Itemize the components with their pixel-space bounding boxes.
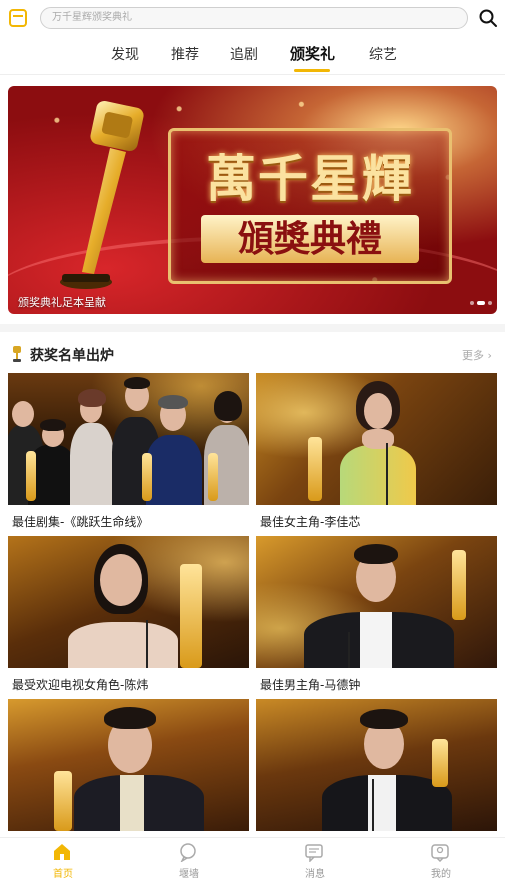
top-bar: 万千星辉颁奖典礼	[0, 0, 505, 36]
search-icon[interactable]	[478, 8, 498, 28]
nav-profile[interactable]: 我的	[378, 838, 504, 882]
banner-subtitle: 頒獎典禮	[201, 215, 419, 263]
message-icon	[305, 844, 323, 862]
award-card[interactable]: 最佳男主角-马德钟	[256, 536, 497, 694]
home-icon	[54, 844, 70, 860]
nav-label: 我的	[431, 869, 451, 880]
category-tabs: 发现 推荐 追剧 颁奖礼 综艺	[0, 40, 505, 72]
nav-label: 消息	[305, 869, 325, 880]
more-link[interactable]: 更多 ›	[462, 347, 492, 363]
tab-discover[interactable]: 发现	[111, 44, 139, 64]
divider	[0, 74, 505, 75]
nav-label: 首页	[53, 869, 73, 880]
nav-home[interactable]: 首页	[0, 838, 126, 882]
banner-title: 萬千星輝	[206, 149, 414, 208]
award-thumbnail[interactable]	[8, 373, 249, 505]
award-card[interactable]: 最佳剧集-《跳跃生命线》	[8, 373, 249, 531]
bottom-nav: 首页 堰墙 消息 我的	[0, 837, 505, 882]
tab-series[interactable]: 追剧	[230, 44, 258, 64]
award-card[interactable]: 最佳女主角-李佳芯	[256, 373, 497, 531]
award-card[interactable]	[256, 699, 497, 857]
card-title: 最受欢迎电视女角色-陈炜	[12, 678, 149, 692]
award-card[interactable]	[8, 699, 249, 857]
tab-variety[interactable]: 综艺	[369, 44, 397, 64]
chat-bubble-icon	[180, 843, 196, 862]
search-input[interactable]: 万千星辉颁奖典礼	[40, 7, 468, 29]
nav-wall[interactable]: 堰墙	[126, 838, 252, 882]
banner-caption: 颁奖典礼足本呈献	[18, 296, 106, 309]
award-thumbnail[interactable]	[256, 536, 497, 668]
nav-messages[interactable]: 消息	[252, 838, 378, 882]
profile-icon	[431, 844, 449, 862]
hero-banner[interactable]: 萬千星輝 頒獎典禮 颁奖典礼足本呈献	[8, 86, 497, 314]
calendar-icon[interactable]	[9, 9, 27, 27]
nav-label: 堰墙	[179, 869, 199, 880]
trophy-small-icon	[13, 346, 21, 362]
tab-awards[interactable]: 颁奖礼	[290, 43, 335, 64]
section-title: 获奖名单出炉	[30, 348, 114, 364]
carousel-indicator	[470, 301, 494, 305]
tab-recommend[interactable]: 推荐	[171, 44, 199, 64]
card-title: 最佳剧集-《跳跃生命线》	[12, 515, 149, 529]
award-thumbnail[interactable]	[8, 699, 249, 831]
award-thumbnail[interactable]	[256, 373, 497, 505]
award-card[interactable]: 最受欢迎电视女角色-陈炜	[8, 536, 249, 694]
card-title: 最佳女主角-李佳芯	[260, 515, 361, 529]
award-thumbnail[interactable]	[256, 699, 497, 831]
active-tab-indicator	[294, 69, 330, 72]
trophy-icon	[60, 100, 144, 289]
section-divider	[0, 324, 505, 332]
award-logo: 萬千星輝 頒獎典禮	[168, 128, 452, 284]
card-title: 最佳男主角-马德钟	[260, 678, 361, 692]
award-thumbnail[interactable]	[8, 536, 249, 668]
